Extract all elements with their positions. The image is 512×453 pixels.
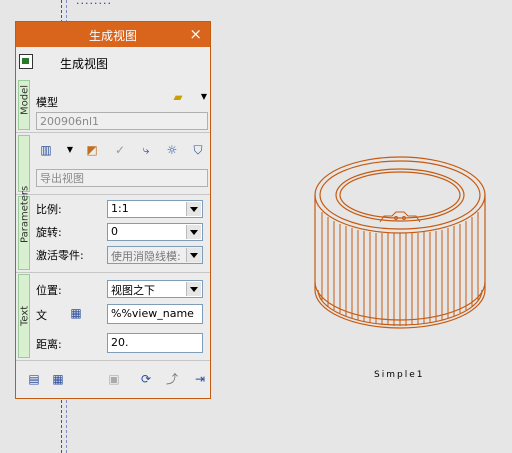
export-view-field: 导出视图 xyxy=(36,169,208,187)
projection-view-icon[interactable]: ⤷ xyxy=(138,142,154,158)
broken-view-icon[interactable]: ☼ xyxy=(164,142,180,158)
rotate-select[interactable]: 0 xyxy=(107,223,203,241)
tab-text[interactable]: Text xyxy=(18,274,31,358)
distance-label: 距离: xyxy=(36,338,62,351)
chevron-down-icon xyxy=(186,202,201,216)
panel-title: 生成视图 xyxy=(88,29,137,43)
move-icon[interactable]: ⤴ xyxy=(164,371,180,387)
close-icon[interactable]: × xyxy=(189,25,202,43)
tab-parameters[interactable]: Parameters xyxy=(18,186,31,270)
model-name-field: 200906nl1 xyxy=(36,112,208,130)
views-section: ▥ ▼ ◩ ✓ ⤷ ☼ ⛉ 导出视图 xyxy=(18,135,210,192)
open-folder-icon[interactable]: ▰ xyxy=(170,89,186,105)
panel-header-label: 生成视图 xyxy=(60,57,109,71)
view-layout-icon[interactable]: ▥ xyxy=(38,142,54,158)
chevron-down-icon xyxy=(186,225,201,239)
divider xyxy=(16,272,210,273)
text-label: 文 xyxy=(36,309,47,322)
top-annotation: ........ xyxy=(76,0,112,7)
divider xyxy=(16,132,210,133)
chevron-down-icon[interactable]: ▼ xyxy=(62,142,78,158)
generate-view-icon xyxy=(19,54,33,69)
distance-input[interactable]: 20. xyxy=(107,333,203,353)
exit-icon[interactable]: ⇥ xyxy=(192,371,208,387)
part-view-drawing[interactable] xyxy=(300,150,510,360)
scale-select[interactable]: 1:1 xyxy=(107,200,203,218)
filter-view-icon[interactable]: ⛉ xyxy=(190,142,206,158)
text-symbol-icon[interactable]: ▦ xyxy=(68,305,84,321)
activate-part-label: 激活零件: xyxy=(36,249,84,262)
panel-header: 生成视图 xyxy=(16,47,210,77)
generate-view-panel: 生成视图 × 生成视图 Model 模型 ▰ ▼ 200906nl1 ▥ ▼ ◩… xyxy=(15,21,211,399)
divider xyxy=(16,194,210,195)
activate-part-select: 使用消隐线模: xyxy=(107,246,203,264)
chevron-down-icon[interactable]: ▼ xyxy=(196,89,212,105)
table-icon[interactable]: ▦ xyxy=(50,371,66,387)
position-select[interactable]: 视图之下 xyxy=(107,280,203,298)
divider xyxy=(16,360,210,361)
copy-icon[interactable]: ▣ xyxy=(106,371,122,387)
list-view-icon[interactable]: ▤ xyxy=(26,371,42,387)
chevron-down-icon xyxy=(186,248,201,262)
parameters-section: Parameters 比例: 1:1 旋转: 0 激活零件: 使用消隐线模: xyxy=(18,186,210,270)
scale-label: 比例: xyxy=(36,203,62,216)
update-icon[interactable]: ⟳ xyxy=(138,371,154,387)
model-section: Model 模型 ▰ ▼ 200906nl1 xyxy=(18,80,210,130)
tab-model[interactable]: Model xyxy=(18,80,31,130)
model-label: 模型 xyxy=(36,96,58,109)
rotate-label: 旋转: xyxy=(36,226,62,239)
position-label: 位置: xyxy=(36,284,62,297)
section-view-icon[interactable]: ◩ xyxy=(84,142,100,158)
text-section: Text 位置: 视图之下 文 ▦ %%view_name 距离: 20. xyxy=(18,274,210,358)
tab-views[interactable] xyxy=(18,135,30,192)
view-name-input[interactable]: %%view_name xyxy=(107,304,203,324)
panel-titlebar[interactable]: 生成视图 × xyxy=(16,22,210,47)
view-label-simple1: Simple1 xyxy=(374,370,425,380)
chevron-down-icon xyxy=(186,282,201,296)
detail-view-icon[interactable]: ✓ xyxy=(112,142,128,158)
